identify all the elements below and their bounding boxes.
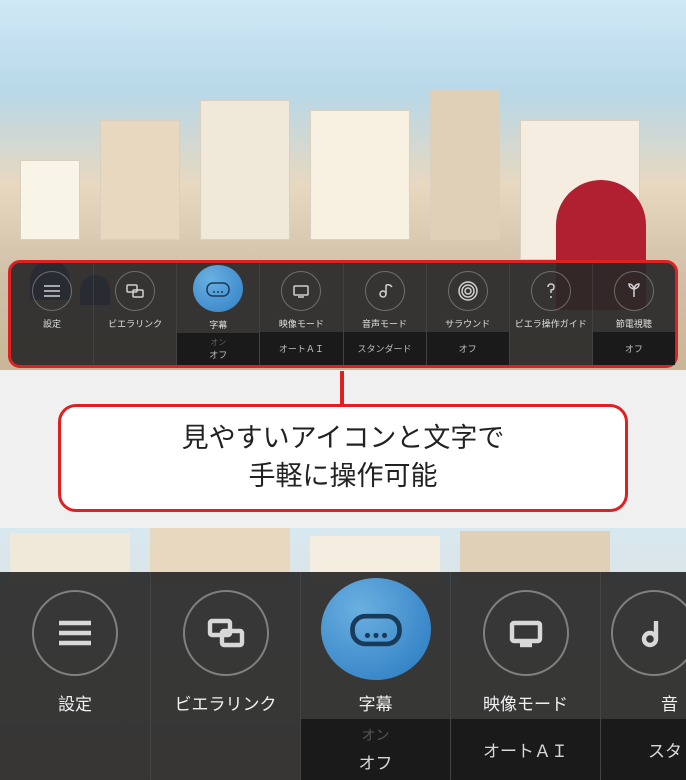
menu-value-current: オフ [459,342,477,355]
menu-item-guide[interactable]: ビエラ操作ガイド [509,263,592,365]
menu-label: ビエラリンク [175,690,277,715]
bottom-zoom-panel: 設定 ビエラリンク 字幕 オン オフ 映像モード [0,528,686,780]
menu-item-subtitle[interactable]: 字幕 オン オフ [176,263,259,365]
menu-label: 節電視聴 [616,317,652,330]
picture-mode-icon [281,271,321,311]
menu-label: 映像モード [483,690,568,715]
menu-value-current: オフ [359,749,393,774]
settings-icon [32,271,72,311]
menu-label: 設定 [58,690,92,715]
menu-item-eco[interactable]: 節電視聴 オフ [592,263,675,365]
callout-box: 見やすいアイコンと文字で 手軽に操作可能 [58,404,628,512]
menu-label: 映像モード [279,317,324,330]
menu-label: 設定 [43,317,61,330]
menu-value-current: オートＡＩ [483,737,568,762]
menu-label: 字幕 [359,690,393,715]
picture-mode-icon [483,590,569,676]
eco-icon [614,271,654,311]
quick-menu-bar-zoomed: 設定 ビエラリンク 字幕 オン オフ 映像モード [0,572,686,780]
callout-text-line2: 手軽に操作可能 [249,458,438,496]
viera-link-icon [183,590,269,676]
menu-label: サラウンド [445,317,490,330]
top-screenshot-panel: 設定 ビエラリンク 字幕 オン オフ 映像モード [0,0,686,370]
menu-value-current: スタンダード [358,342,412,355]
menu-label: ビエラ操作ガイド [515,317,587,330]
callout-text-line1: 見やすいアイコンと文字で [182,420,505,458]
menu-item-viera-link-big[interactable]: ビエラリンク [150,572,300,780]
menu-item-viera-link[interactable]: ビエラリンク [93,263,176,365]
sound-mode-icon [365,271,405,311]
menu-value-previous: オン [210,337,226,348]
menu-item-settings-big[interactable]: 設定 [0,572,150,780]
menu-item-picture-mode[interactable]: 映像モード オートＡＩ [259,263,342,365]
menu-value-current: スタ [648,737,682,762]
subtitle-icon [193,265,243,312]
menu-value-current: オフ [209,348,227,361]
menu-value-current: オフ [625,342,643,355]
menu-value-current: オートＡＩ [279,342,324,355]
menu-item-sound-mode-big[interactable]: 音 スタ [600,572,686,780]
menu-item-surround[interactable]: サラウンド オフ [426,263,509,365]
menu-item-settings[interactable]: 設定 [11,263,93,365]
callout-connector-line [340,371,344,407]
menu-label: ビエラリンク [108,317,162,330]
viera-link-icon [115,271,155,311]
sound-mode-icon [611,590,686,676]
menu-value-previous: オン [362,725,390,745]
menu-label: 音声モード [362,317,407,330]
menu-label: 字幕 [209,318,227,331]
menu-item-picture-mode-big[interactable]: 映像モード オートＡＩ [450,572,600,780]
menu-label: 音 [661,690,678,715]
help-icon [531,271,571,311]
subtitle-icon [321,578,431,680]
menu-item-sound-mode[interactable]: 音声モード スタンダード [343,263,426,365]
quick-menu-bar-top: 設定 ビエラリンク 字幕 オン オフ 映像モード [8,260,678,368]
menu-item-subtitle-big[interactable]: 字幕 オン オフ [300,572,450,780]
surround-icon [448,271,488,311]
settings-icon [32,590,118,676]
